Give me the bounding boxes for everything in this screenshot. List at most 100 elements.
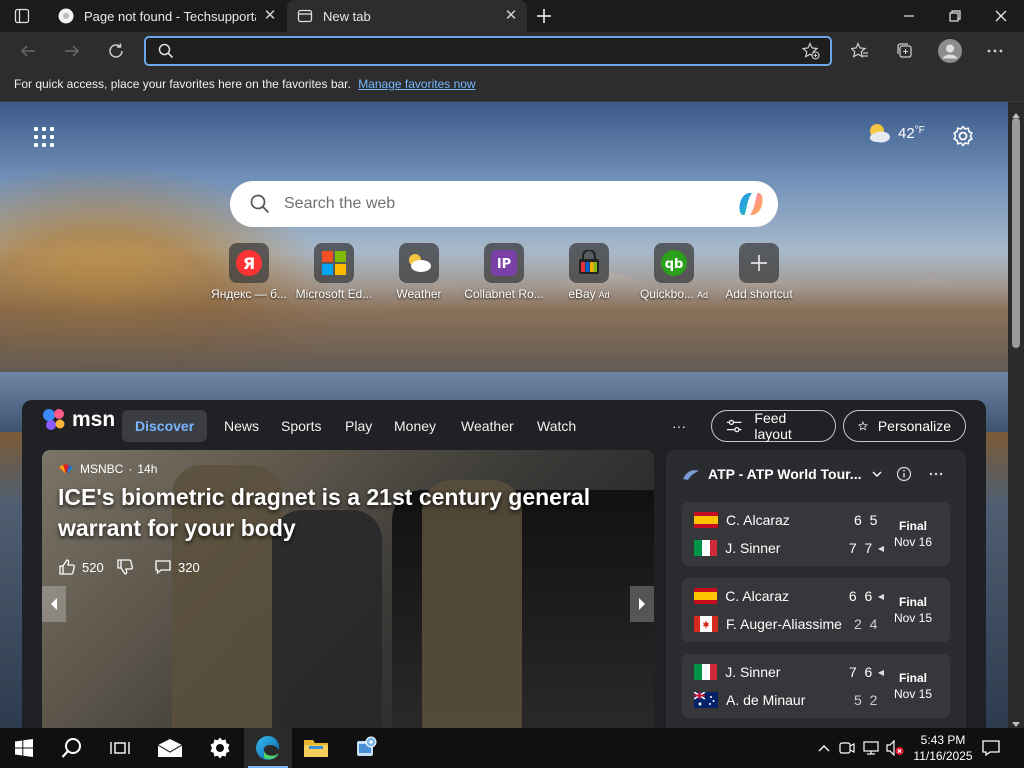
- collections-icon[interactable]: [890, 36, 920, 66]
- weather-unit: °F: [914, 124, 925, 136]
- taskbar-mail[interactable]: [146, 728, 194, 768]
- page-scrollbar[interactable]: [1008, 102, 1024, 728]
- favorites-icon[interactable]: [845, 36, 875, 66]
- more-menu-icon[interactable]: [980, 36, 1010, 66]
- tab-news[interactable]: News: [224, 410, 259, 442]
- tab-title: Page not found - Techsupportal: [84, 8, 256, 24]
- copilot-icon[interactable]: [736, 190, 766, 223]
- shortcut-ebay[interactable]: eBay Ad: [547, 243, 631, 303]
- start-button[interactable]: [0, 728, 48, 768]
- player-score: 7 6: [848, 664, 875, 680]
- refresh-icon[interactable]: [101, 36, 131, 66]
- add-shortcut-button[interactable]: Add shortcut: [717, 243, 801, 303]
- serve-indicator-icon: ◀: [877, 667, 884, 677]
- match-status: Final Nov 16: [888, 518, 938, 550]
- taskbar-app[interactable]: [342, 728, 390, 768]
- tab-actions-icon[interactable]: [14, 8, 30, 24]
- web-search-box[interactable]: [230, 181, 778, 227]
- dislike-button[interactable]: [116, 558, 134, 576]
- web-search-input[interactable]: [284, 193, 704, 215]
- msn-logo[interactable]: msn: [42, 408, 115, 432]
- scrollbar-thumb[interactable]: [1012, 118, 1020, 348]
- taskbar-settings[interactable]: [196, 728, 244, 768]
- network-icon[interactable]: [861, 738, 881, 758]
- address-bar[interactable]: [144, 36, 832, 66]
- spain-flag-icon: [694, 512, 718, 528]
- more-options-icon[interactable]: [928, 466, 944, 487]
- quickbooks-icon: qb: [654, 243, 694, 283]
- like-button[interactable]: 520: [58, 558, 104, 576]
- meet-now-icon[interactable]: [837, 738, 857, 758]
- tab-weather[interactable]: Weather: [461, 410, 514, 442]
- player-name: J. Sinner: [725, 664, 781, 680]
- manage-favorites-link[interactable]: Manage favorites now: [358, 77, 475, 91]
- tab-watch[interactable]: Watch: [537, 410, 576, 442]
- personalize-button[interactable]: Personalize: [843, 410, 966, 442]
- forward-arrow-icon[interactable]: [57, 36, 87, 66]
- add-favorite-icon[interactable]: [801, 42, 820, 65]
- weather-temp: 42: [898, 124, 915, 142]
- close-window-icon[interactable]: [978, 0, 1024, 32]
- tab-money[interactable]: Money: [394, 410, 436, 442]
- windows-taskbar: 5:43 PM 11/16/2025: [0, 728, 1024, 768]
- close-tab-icon[interactable]: ✕: [262, 8, 278, 24]
- address-input[interactable]: [182, 40, 782, 62]
- feed-layout-button[interactable]: Feed layout: [711, 410, 836, 442]
- match-date: Nov 16: [893, 535, 933, 549]
- shortcut-weather[interactable]: Weather: [377, 243, 461, 303]
- like-count: 520: [82, 559, 104, 575]
- shortcut-yandex[interactable]: Я Яндекс — б...: [207, 243, 291, 303]
- new-tab-plus-icon[interactable]: [534, 6, 554, 26]
- taskbar-edge[interactable]: [244, 728, 292, 768]
- player-score: 2 4: [854, 616, 880, 632]
- league-selector[interactable]: ATP - ATP World Tour...: [682, 466, 883, 482]
- shortcut-microsoft-edge[interactable]: Microsoft Ed...: [292, 243, 376, 303]
- app-launcher-icon[interactable]: [34, 127, 54, 147]
- carousel-prev-button[interactable]: [42, 586, 66, 622]
- close-tab-icon[interactable]: ✕: [503, 8, 519, 24]
- match-player-row: A. de Minaur 5 2: [694, 690, 884, 710]
- volume-muted-icon[interactable]: [885, 738, 905, 758]
- shortcut-label: Microsoft Ed...: [295, 287, 373, 301]
- profile-avatar-icon[interactable]: [938, 39, 962, 63]
- match-card[interactable]: C. Alcaraz 6 6 ◀ F. Auger-Aliassime 2 4 …: [682, 578, 950, 642]
- ad-badge: Ad: [697, 290, 709, 300]
- taskbar-clock[interactable]: 5:43 PM 11/16/2025: [912, 732, 974, 764]
- restore-icon[interactable]: [932, 0, 978, 32]
- match-card[interactable]: J. Sinner 7 6 ◀ A. de Minaur 5 2 Final N…: [682, 654, 950, 718]
- task-view-button[interactable]: [96, 728, 144, 768]
- article-source[interactable]: MSNBC · 14h: [58, 462, 157, 476]
- shortcut-label: eBay: [568, 287, 596, 301]
- gear-icon[interactable]: [951, 124, 975, 148]
- chevron-down-icon: [872, 471, 882, 477]
- favorites-bar-message: For quick access, place your favorites h…: [14, 77, 351, 91]
- more-tabs-button[interactable]: ···: [672, 410, 686, 442]
- info-icon[interactable]: [896, 466, 912, 487]
- hero-article-card[interactable]: MSNBC · 14h ICE's biometric dragnet is a…: [42, 450, 654, 728]
- player-name: C. Alcaraz: [726, 512, 790, 528]
- search-icon: [250, 194, 270, 219]
- tab-discover[interactable]: Discover: [122, 410, 208, 442]
- tab-strip: Page not found - Techsupportal ✕ New tab…: [0, 0, 1024, 32]
- taskbar-file-explorer[interactable]: [292, 728, 340, 768]
- back-arrow-icon[interactable]: [13, 36, 43, 66]
- league-name: ATP - ATP World Tour...: [708, 466, 862, 482]
- comments-button[interactable]: 320: [154, 558, 200, 576]
- article-title[interactable]: ICE's biometric dragnet is a 21st centur…: [58, 482, 598, 544]
- tab-page-not-found[interactable]: Page not found - Techsupportal ✕: [48, 0, 286, 32]
- weather-widget[interactable]: 42 °F: [866, 122, 925, 144]
- show-hidden-icons-icon[interactable]: [814, 738, 834, 758]
- shortcut-quickbooks[interactable]: qb Quickbo... Ad: [632, 243, 716, 303]
- mail-icon: [157, 739, 183, 757]
- folder-icon: [304, 740, 328, 757]
- tab-play[interactable]: Play: [345, 410, 372, 442]
- tab-new-tab[interactable]: New tab ✕: [287, 0, 527, 32]
- match-card[interactable]: C. Alcaraz 6 5 J. Sinner 7 7 ◀ Final Nov…: [682, 502, 950, 566]
- minimize-icon[interactable]: [886, 0, 932, 32]
- shortcut-collabnet[interactable]: IP Collabnet Ro...: [462, 243, 546, 303]
- carousel-next-button[interactable]: [630, 586, 654, 622]
- notifications-icon[interactable]: [981, 738, 1001, 758]
- australia-flag-icon: [694, 692, 718, 708]
- taskbar-search-button[interactable]: [48, 728, 96, 768]
- tab-sports[interactable]: Sports: [281, 410, 321, 442]
